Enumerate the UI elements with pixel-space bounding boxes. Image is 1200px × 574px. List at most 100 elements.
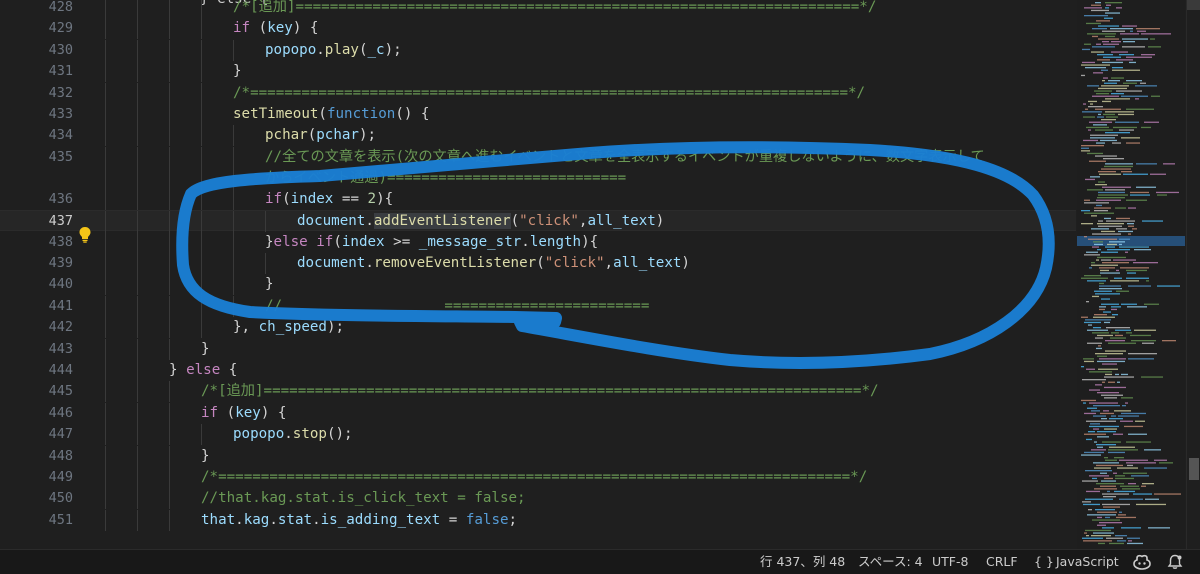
minimap-line bbox=[1144, 449, 1161, 451]
minimap-line bbox=[1099, 282, 1104, 285]
indent-guide bbox=[137, 338, 138, 360]
code-line[interactable]: 442 }, ch_speed); bbox=[0, 317, 1076, 339]
indent-guide bbox=[105, 424, 106, 446]
minimap-line bbox=[1089, 267, 1092, 269]
code-line[interactable]: 450 //that.kag.stat.is_click_text = false… bbox=[0, 488, 1076, 510]
code-line[interactable]: 431} bbox=[0, 61, 1076, 83]
line-number: 444 bbox=[48, 362, 73, 378]
code-token: "click" bbox=[519, 213, 579, 230]
code-line[interactable]: 428 /*[追加]===============================… bbox=[0, 0, 1076, 18]
code-line[interactable]: 429 if (key) { bbox=[0, 18, 1076, 40]
minimap-line bbox=[1091, 215, 1097, 217]
code-token: /*[追加]==================================… bbox=[233, 0, 877, 15]
code-token: >= bbox=[384, 233, 419, 250]
cursor-position[interactable]: 行 437、列 48 bbox=[760, 550, 845, 574]
minimap-line bbox=[1086, 251, 1098, 253]
code-line[interactable]: 449 /*===================================… bbox=[0, 467, 1076, 488]
minimap-line bbox=[1096, 204, 1102, 207]
minimap-line bbox=[1134, 249, 1151, 251]
minimap-line bbox=[1111, 332, 1119, 334]
code-token: popopo bbox=[233, 426, 285, 443]
minimap-line bbox=[1121, 303, 1137, 305]
minimap-line bbox=[1083, 358, 1094, 360]
minimap-line bbox=[1097, 249, 1101, 251]
indent-guide bbox=[233, 39, 234, 61]
minimap-line bbox=[1091, 262, 1095, 264]
code-token: ( bbox=[333, 233, 342, 250]
line-number: 432 bbox=[48, 84, 73, 101]
line-number: 442 bbox=[48, 319, 73, 336]
minimap-line bbox=[1121, 171, 1132, 173]
code-text: if(index == 2){ bbox=[265, 189, 393, 210]
code-text: /*======================================… bbox=[233, 83, 865, 104]
minimap-line bbox=[1115, 475, 1125, 477]
indent-guide bbox=[137, 467, 138, 488]
code-line[interactable]: 451 that.kag.stat.is_adding_text = false; bbox=[0, 509, 1076, 531]
code-text: }, ch_speed); bbox=[233, 317, 344, 338]
copilot-icon[interactable] bbox=[1133, 554, 1151, 570]
minimap-line bbox=[1120, 267, 1149, 269]
indent-guide bbox=[137, 211, 138, 233]
minimap-line bbox=[1117, 540, 1126, 542]
minimap-line bbox=[1086, 535, 1089, 537]
code-token: ){ bbox=[376, 190, 394, 207]
code-line[interactable]: 432 /*===================================… bbox=[0, 82, 1076, 104]
vertical-scrollbar[interactable] bbox=[1186, 0, 1200, 549]
minimap-line bbox=[1116, 228, 1127, 230]
minimap-line bbox=[1127, 272, 1136, 274]
indentation-setting[interactable]: スペース: 4 bbox=[858, 550, 923, 574]
code-line[interactable]: 447 popopo.stop(); bbox=[0, 424, 1076, 446]
minimap-line bbox=[1104, 82, 1117, 84]
status-bar: 行 437、列 48 スペース: 4 UTF-8 CRLF { } JavaSc… bbox=[0, 549, 1200, 574]
code-line[interactable]: 439 document.removeEventListener("click",… bbox=[0, 253, 1076, 274]
language-mode[interactable]: JavaScript bbox=[1056, 550, 1119, 574]
code-line[interactable]: 438}else if(index >= _message_str.length… bbox=[0, 231, 1076, 253]
indent-guide bbox=[169, 18, 170, 40]
code-line[interactable]: 441 // ======================== bbox=[0, 295, 1076, 317]
code-line[interactable]: 436 if(index == 2){ bbox=[0, 188, 1076, 210]
indent-guide bbox=[137, 295, 138, 317]
minimap-line bbox=[1102, 186, 1131, 188]
minimap-line bbox=[1103, 113, 1115, 116]
eol-setting[interactable]: CRLF bbox=[986, 550, 1018, 574]
minimap-line bbox=[1142, 483, 1154, 485]
minimap-line bbox=[1097, 59, 1110, 61]
code-token: }, bbox=[233, 319, 259, 336]
minimap-line bbox=[1086, 368, 1095, 370]
minimap-line bbox=[1111, 51, 1128, 53]
code-line[interactable]: 440} bbox=[0, 274, 1076, 296]
minimap-line bbox=[1141, 33, 1171, 35]
indent-guide bbox=[201, 146, 202, 168]
code-token: ) { bbox=[292, 20, 319, 37]
line-number: 434 bbox=[48, 127, 73, 144]
encoding-setting[interactable]: UTF-8 bbox=[932, 550, 968, 574]
code-line[interactable]: 430 popopo.play(_c); bbox=[0, 39, 1076, 61]
minimap-line bbox=[1116, 59, 1133, 61]
scrollbar-thumb[interactable] bbox=[1187, 0, 1200, 10]
minimap-line bbox=[1084, 451, 1104, 454]
indent-guide bbox=[137, 509, 138, 531]
code-line[interactable]: 437 document.addEventListener("click",all… bbox=[0, 210, 1076, 233]
code-line[interactable]: 444} else { bbox=[0, 360, 1076, 381]
code-line[interactable]: 435 //全ての文章を表示(次の文章へ進むイベントと文章を全表示するイベントが重… bbox=[0, 146, 1076, 168]
minimap-line bbox=[1098, 38, 1119, 40]
code-line-wrapped[interactable]: からイベント通過)============================ bbox=[0, 167, 1076, 189]
code-line[interactable]: 434 pchar(pchar); bbox=[0, 125, 1076, 147]
minimap-line bbox=[1104, 397, 1117, 399]
code-line[interactable]: 448} bbox=[0, 445, 1076, 467]
code-token: } bbox=[169, 362, 187, 378]
code-line[interactable]: 446 if (key) { bbox=[0, 402, 1076, 424]
minimap-line bbox=[1087, 407, 1097, 409]
code-text: document.removeEventListener("click",all… bbox=[297, 253, 690, 274]
lightbulb-icon[interactable] bbox=[78, 226, 92, 243]
code-line[interactable]: 433 setTimeout(function() { bbox=[0, 104, 1076, 125]
minimap[interactable] bbox=[1077, 0, 1185, 549]
minimap-line bbox=[1142, 342, 1154, 344]
minimap-line bbox=[1130, 334, 1151, 337]
minimap-line bbox=[1111, 306, 1121, 308]
bell-icon[interactable] bbox=[1167, 554, 1183, 570]
minimap-line bbox=[1128, 540, 1132, 542]
code-line[interactable]: 445 /*[追加]===============================… bbox=[0, 381, 1076, 403]
code-line[interactable]: 443} bbox=[0, 338, 1076, 360]
code-editor[interactable]: } else { 428 /*[追加]======================… bbox=[0, 0, 1076, 549]
